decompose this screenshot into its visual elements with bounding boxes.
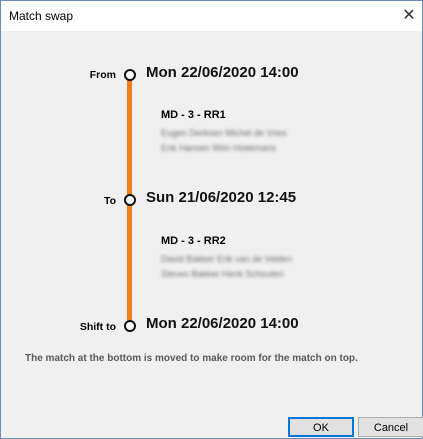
ok-button[interactable]: OK <box>288 417 354 437</box>
match2-line1: David Bakker Erik van de Velden <box>161 254 293 264</box>
shift-to-datetime: Mon 22/06/2020 14:00 <box>146 315 299 332</box>
to-node-icon <box>123 194 136 206</box>
match1-title: MD - 3 - RR1 <box>161 109 226 121</box>
shift-to-node-icon <box>123 320 136 332</box>
match2-line2: Steven Bakker Henk Schouten <box>161 269 284 279</box>
from-node-icon <box>123 69 136 81</box>
to-datetime: Sun 21/06/2020 12:45 <box>146 189 297 206</box>
match-swap-dialog: Match swap ✕ From Mon 22/06/2020 14:00 M… <box>0 0 423 439</box>
from-datetime: Mon 22/06/2020 14:00 <box>146 64 299 81</box>
match1-line1: Eugen Derksen Michel de Vries <box>161 128 287 138</box>
to-label: To <box>103 195 116 207</box>
title-bar: Match swap ✕ <box>1 1 422 31</box>
dialog-content: From Mon 22/06/2020 14:00 MD - 3 - RR1 E… <box>1 31 423 438</box>
window-title: Match swap <box>9 9 74 23</box>
shift-to-label: Shift to <box>79 321 116 333</box>
info-text: The match at the bottom is moved to make… <box>25 353 358 364</box>
close-icon[interactable]: ✕ <box>398 5 420 27</box>
match2-title: MD - 3 - RR2 <box>161 235 226 247</box>
cancel-button[interactable]: Cancel <box>358 417 423 437</box>
from-label: From <box>89 69 116 81</box>
match1-line2: Erik Hansen Wim Hoekmans <box>161 143 277 153</box>
